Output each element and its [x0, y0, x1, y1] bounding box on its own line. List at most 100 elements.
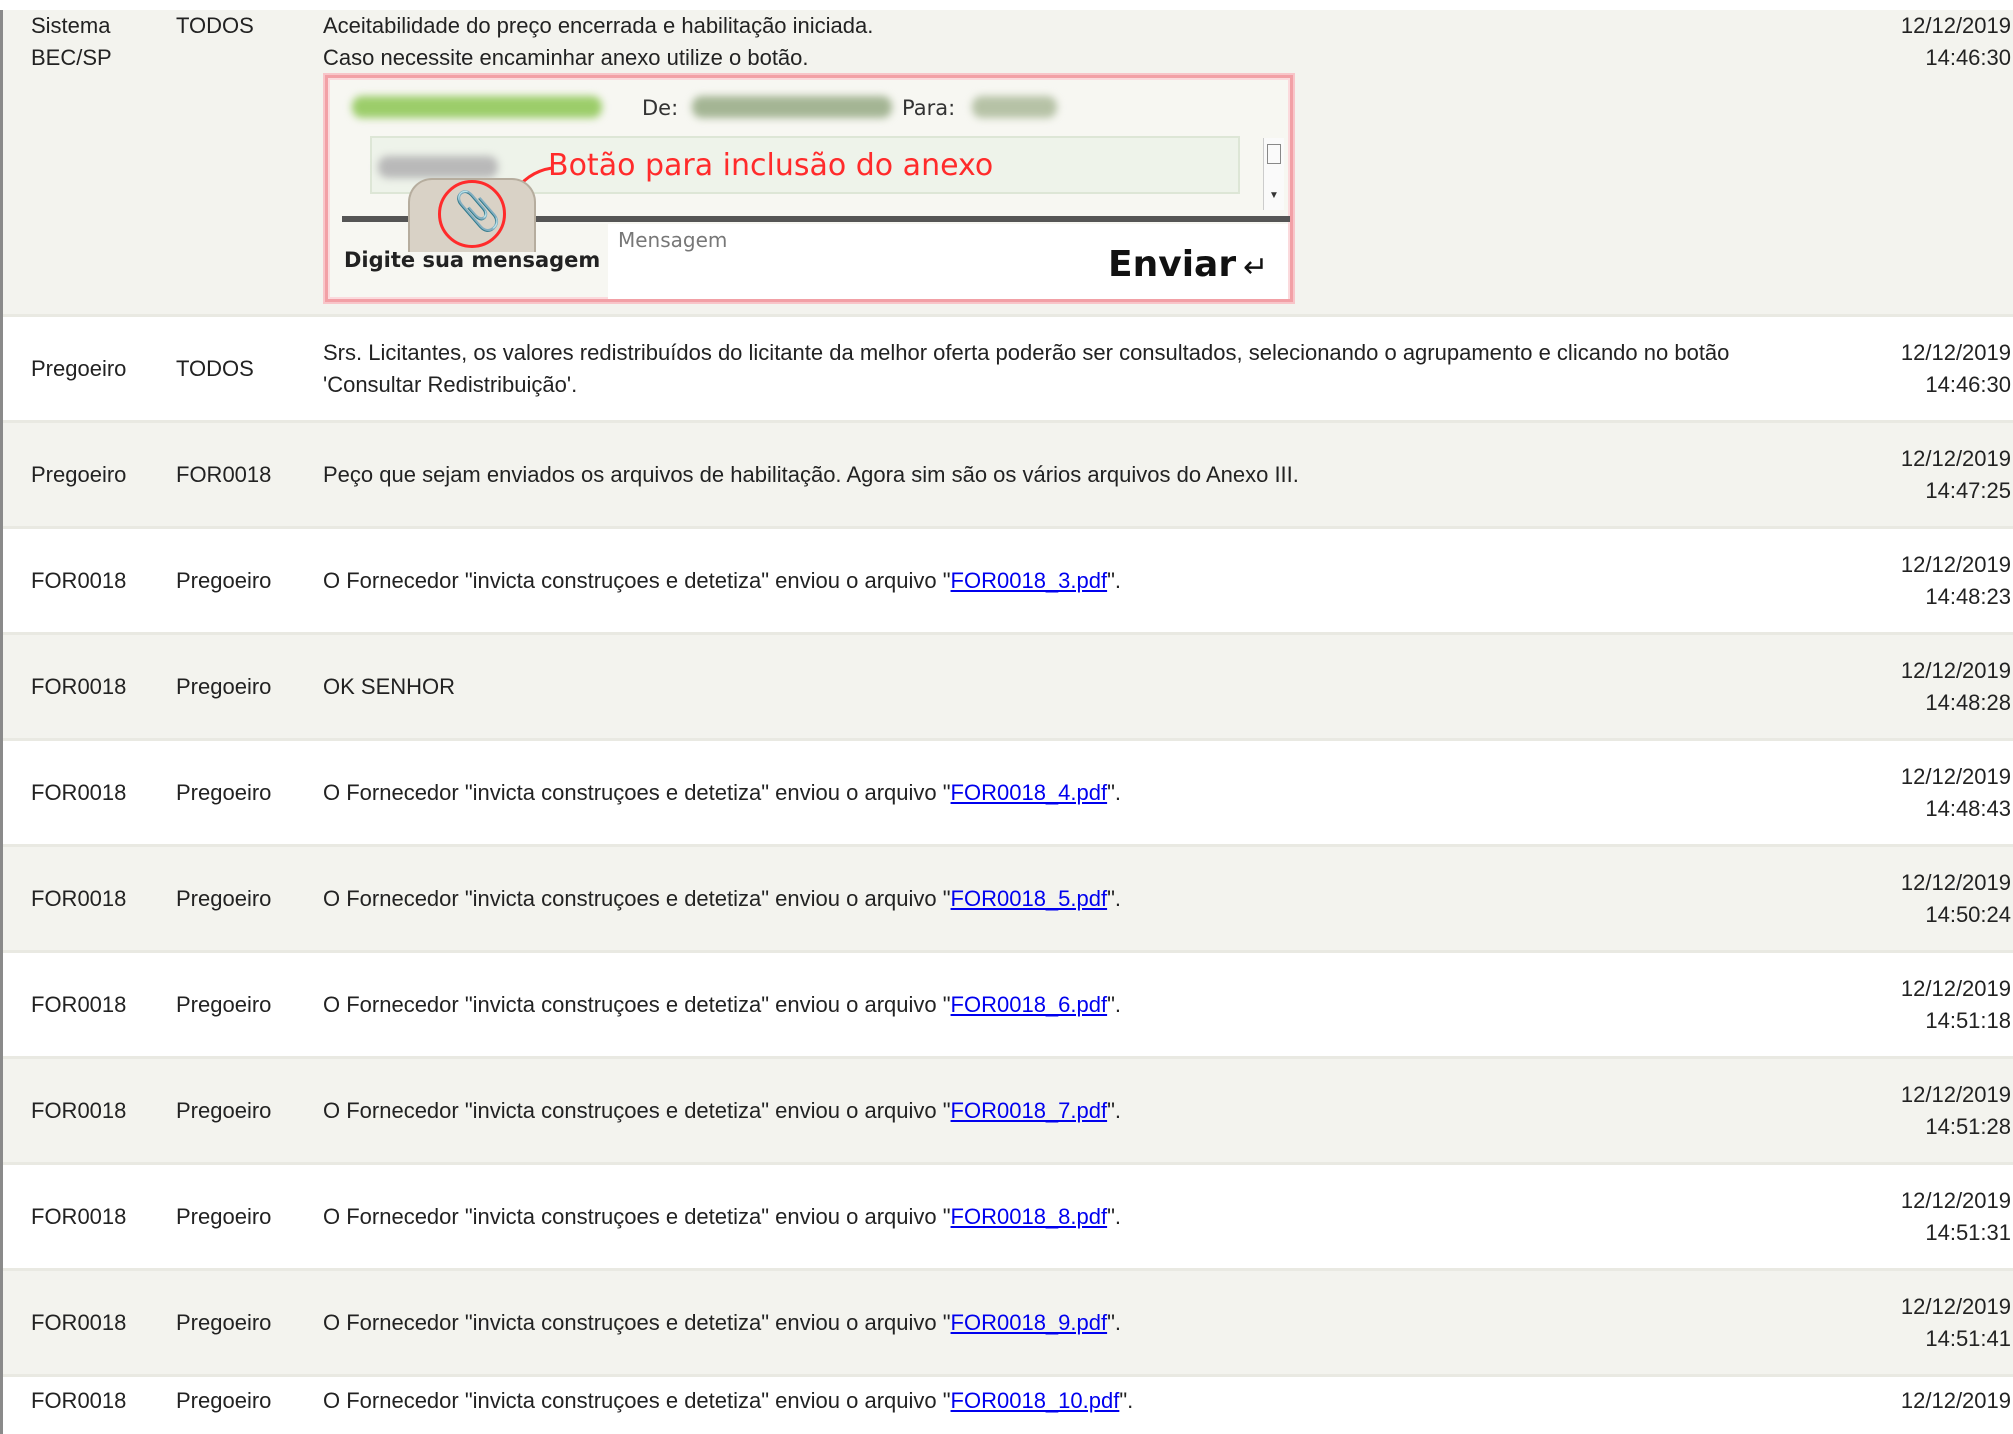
message-suffix: ".: [1107, 991, 1122, 1017]
message-suffix: ".: [1107, 885, 1122, 911]
file-link[interactable]: FOR0018_4.pdf: [951, 780, 1108, 805]
top-gap: [0, 0, 2013, 10]
scroll-thumb: [1267, 144, 1281, 164]
message-cell: O Fornecedor "invicta construçoes e dete…: [323, 1095, 1833, 1127]
message-cell: Srs. Licitantes, os valores redistribuíd…: [323, 339, 1730, 397]
date-text: 12/12/2019: [1900, 13, 2011, 38]
to-label: Para:: [902, 96, 956, 120]
message-cell: Aceitabilidade do preço encerrada e habi…: [323, 10, 1833, 74]
table-row: FOR0018 Pregoeiro O Fornecedor "invicta …: [3, 529, 2013, 635]
file-link[interactable]: FOR0018_10.pdf: [951, 1388, 1120, 1413]
recipient-cell: Pregoeiro: [176, 885, 272, 911]
sender-cell: FOR0018: [31, 885, 127, 911]
recipient-cell: Pregoeiro: [176, 673, 272, 699]
blurred-timestamp: [352, 96, 602, 118]
time-text: 14:48:28: [1925, 689, 2011, 715]
datetime-cell: 12/12/2019 14:46:30: [1831, 337, 2011, 401]
blurred-sender: [692, 96, 892, 118]
scroll-down-icon: ▼: [1269, 190, 1279, 201]
message-suffix: ".: [1107, 1309, 1122, 1335]
message-suffix: ".: [1107, 567, 1122, 593]
time-text: 14:46:30: [1925, 371, 2011, 397]
message-cell: O Fornecedor "invicta construçoes e dete…: [323, 565, 1833, 597]
time-text: 14:48:23: [1925, 583, 2011, 609]
datetime-cell: 12/12/2019 14:48:28: [1831, 655, 2011, 719]
message-text: O Fornecedor "invicta construçoes e dete…: [323, 885, 951, 911]
message-cell: O Fornecedor "invicta construçoes e dete…: [323, 883, 1833, 915]
message-cell: O Fornecedor "invicta construçoes e dete…: [323, 989, 1833, 1021]
datetime-cell: 12/12/2019 14:50:24: [1831, 867, 2011, 931]
paperclip-icon: 📎: [454, 191, 502, 233]
datetime-cell: 12/12/2019: [1831, 1385, 2011, 1417]
datetime-cell: 12/12/2019 14:48:23: [1831, 549, 2011, 613]
recipient-cell: Pregoeiro: [176, 1309, 272, 1335]
date-text: 12/12/2019: [1900, 1187, 2011, 1213]
time-text: 14:48:43: [1925, 795, 2011, 821]
sender-cell: FOR0018: [31, 567, 127, 593]
file-link[interactable]: FOR0018_5.pdf: [951, 886, 1108, 911]
datetime-cell: 12/12/2019 14:48:43: [1831, 761, 2011, 825]
table-row: FOR0018 Pregoeiro O Fornecedor "invicta …: [3, 847, 2013, 953]
message-placeholder: Mensagem: [618, 228, 728, 252]
message-suffix: ".: [1119, 1388, 1134, 1413]
date-text: 12/12/2019: [1900, 763, 2011, 789]
message-text: O Fornecedor "invicta construçoes e dete…: [323, 779, 951, 805]
sender-cell: FOR0018: [31, 779, 127, 805]
message-tab-label: Digite sua mensagem: [344, 248, 601, 272]
recipient-cell: Pregoeiro: [176, 1097, 272, 1123]
table-row: Pregoeiro TODOS Srs. Licitantes, os valo…: [3, 317, 2013, 423]
table-row: FOR0018 Pregoeiro O Fornecedor "invicta …: [3, 1165, 2013, 1271]
date-text: 12/12/2019: [1900, 551, 2011, 577]
enter-key-icon: ↵: [1243, 251, 1269, 284]
sender-cell: FOR0018: [31, 1388, 127, 1413]
message-text: O Fornecedor "invicta construçoes e dete…: [323, 1309, 951, 1335]
message-text: O Fornecedor "invicta construçoes e dete…: [323, 1203, 951, 1229]
file-link[interactable]: FOR0018_7.pdf: [951, 1098, 1108, 1123]
file-link[interactable]: FOR0018_8.pdf: [951, 1204, 1108, 1229]
date-text: 12/12/2019: [1900, 1388, 2011, 1413]
blurred-message: [378, 156, 498, 178]
datetime-cell: 12/12/2019 14:51:31: [1831, 1185, 2011, 1249]
table-row: FOR0018 Pregoeiro O Fornecedor "invicta …: [3, 953, 2013, 1059]
date-text: 12/12/2019: [1900, 339, 2011, 365]
table-row: FOR0018 Pregoeiro O Fornecedor "invicta …: [3, 1377, 2013, 1427]
recipient-cell: TODOS: [176, 355, 254, 381]
table-row: FOR0018 Pregoeiro O Fornecedor "invicta …: [3, 1059, 2013, 1165]
datetime-cell: 12/12/2019 14:46:30: [1831, 10, 2011, 74]
datetime-cell: 12/12/2019 14:51:18: [1831, 973, 2011, 1037]
date-text: 12/12/2019: [1900, 657, 2011, 683]
sender-cell: FOR0018: [31, 991, 127, 1017]
message-suffix: ".: [1107, 1203, 1122, 1229]
from-label: De:: [642, 96, 679, 120]
sender-cell: Pregoeiro: [31, 355, 127, 381]
file-link[interactable]: FOR0018_6.pdf: [951, 992, 1108, 1017]
date-text: 12/12/2019: [1900, 1081, 2011, 1107]
message-header-bar: De: Para:: [342, 88, 1282, 122]
sender-cell: FOR0018: [31, 673, 127, 699]
time-text: 14:47:25: [1925, 477, 2011, 503]
message-line: Caso necessite encaminhar anexo utilize …: [323, 45, 809, 70]
datetime-cell: 12/12/2019 14:51:41: [1831, 1291, 2011, 1355]
file-link[interactable]: FOR0018_9.pdf: [951, 1310, 1108, 1335]
message-text: O Fornecedor "invicta construçoes e dete…: [323, 567, 951, 593]
file-link[interactable]: FOR0018_3.pdf: [951, 568, 1108, 593]
sender-cell: FOR0018: [31, 1203, 127, 1229]
message-cell: OK SENHOR: [323, 673, 456, 699]
recipient-cell: Pregoeiro: [176, 1203, 272, 1229]
send-label: Enviar: [1108, 244, 1237, 285]
time-text: 14:50:24: [1925, 901, 2011, 927]
date-text: 12/12/2019: [1900, 445, 2011, 471]
chat-widget-screenshot: De: Para: Botão para inclusão do anexo ▼…: [325, 75, 1293, 302]
time-text: 14:51:28: [1925, 1113, 2011, 1139]
sender-cell: FOR0018: [31, 1097, 127, 1123]
time-text: 14:51:18: [1925, 1007, 2011, 1033]
recipient-cell: FOR0018: [176, 461, 272, 487]
datetime-cell: 12/12/2019 14:47:25: [1831, 443, 2011, 507]
annotation-text: Botão para inclusão do anexo: [548, 148, 994, 183]
sender-cell: FOR0018: [31, 1309, 127, 1335]
message-cell: O Fornecedor "invicta construçoes e dete…: [323, 777, 1833, 809]
recipient-cell: TODOS: [176, 13, 254, 38]
recipient-cell: Pregoeiro: [176, 779, 272, 805]
sender-cell: Pregoeiro: [31, 461, 127, 487]
recipient-cell: Pregoeiro: [176, 1388, 272, 1413]
